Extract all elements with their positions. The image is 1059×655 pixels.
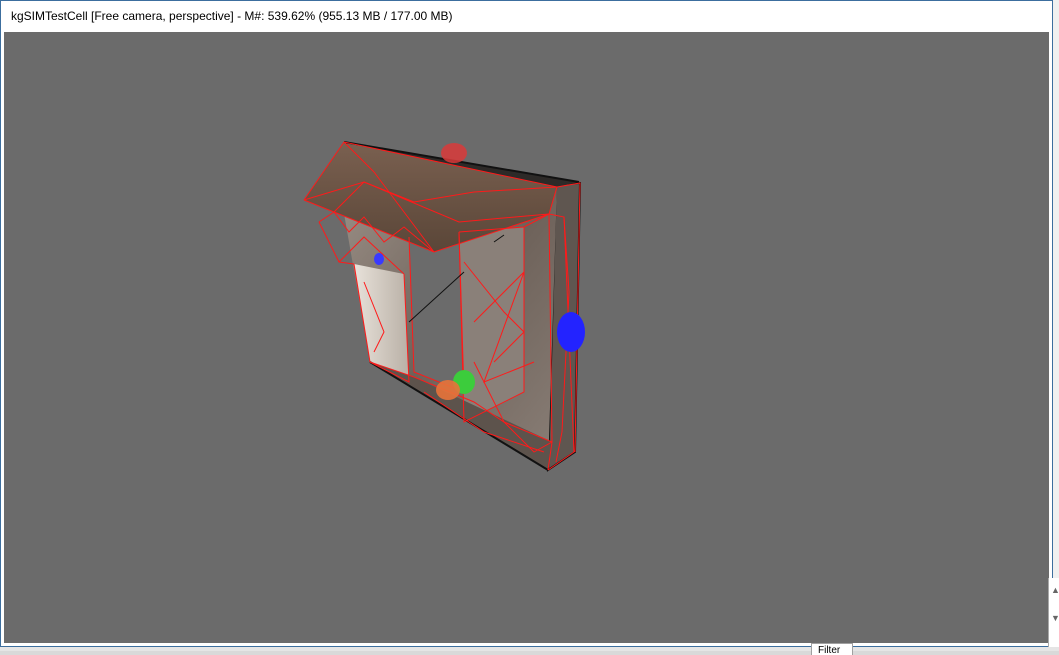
gizmo-red-handle[interactable]: [441, 143, 467, 163]
right-dock-edge: [1053, 0, 1059, 651]
chevron-down-icon[interactable]: ▼: [1051, 614, 1059, 623]
gizmo-blue-handle[interactable]: [557, 312, 585, 352]
3d-viewport[interactable]: [4, 32, 1049, 643]
window-title: kgSIMTestCell [Free camera, perspective]…: [11, 9, 453, 23]
render-window: kgSIMTestCell [Free camera, perspective]…: [0, 0, 1053, 647]
chevron-up-icon[interactable]: ▲: [1051, 586, 1059, 595]
title-bar[interactable]: kgSIMTestCell [Free camera, perspective]…: [1, 1, 1052, 31]
gizmo-orange-handle[interactable]: [436, 380, 460, 400]
filter-tab[interactable]: Filter: [811, 643, 853, 655]
gizmo-blue-small-handle[interactable]: [374, 253, 384, 265]
filter-tab-label: Filter: [818, 645, 841, 655]
window-frame-model[interactable]: [303, 141, 582, 472]
scene-render: [303, 141, 585, 472]
bottom-dock-edge: [0, 647, 1059, 651]
